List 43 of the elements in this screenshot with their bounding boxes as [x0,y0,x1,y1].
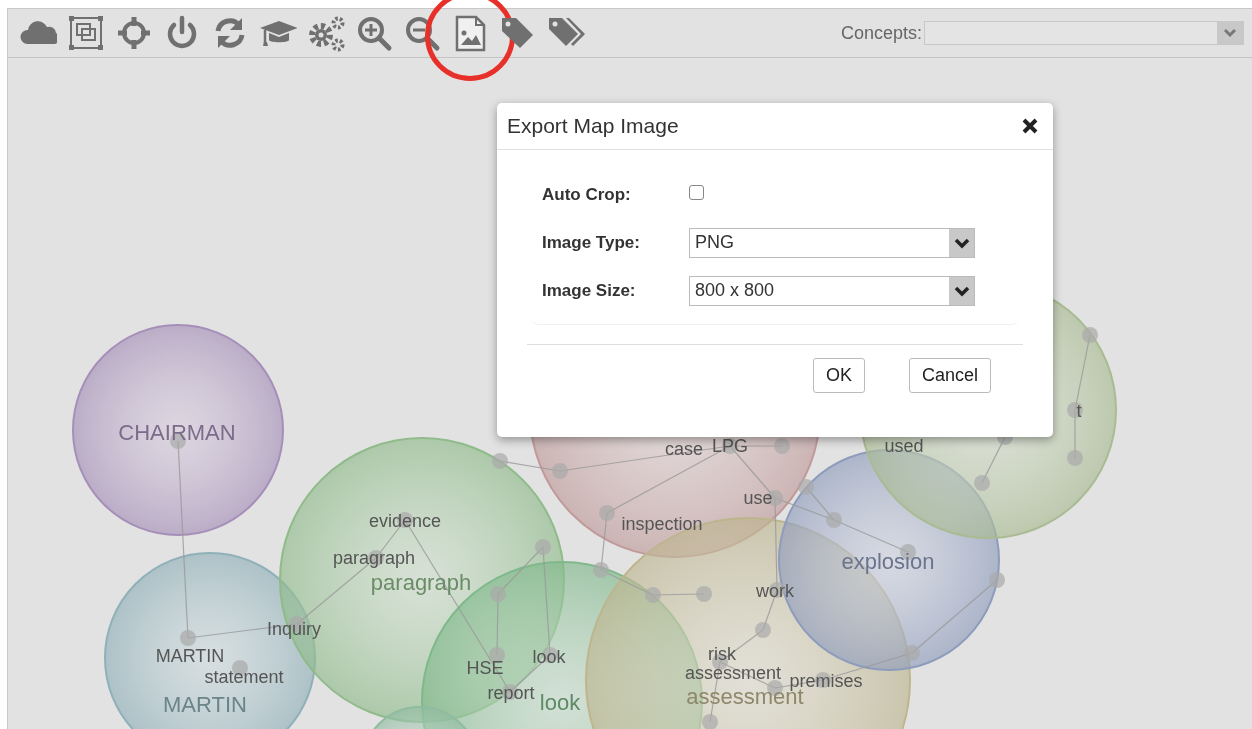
concept-label[interactable]: look [539,690,581,715]
concept-label[interactable]: CHAIRMAN [118,420,236,445]
dialog-title: Export Map Image [507,113,679,140]
caret-icon [1223,28,1237,38]
dialog-button[interactable]: OK [812,358,865,393]
term-label[interactable]: paragraph [332,548,416,568]
term-label[interactable]: premises [789,671,863,691]
concept-bubble[interactable] [72,324,284,536]
term-label[interactable]: LPG [712,436,748,456]
term-label[interactable]: case [665,439,703,459]
dialog-button[interactable]: Cancel [908,358,991,393]
term-label[interactable]: use [743,488,773,508]
term-label[interactable]: risk [708,644,736,664]
zoom-out-icon[interactable] [403,14,441,52]
term-label[interactable]: statement [204,667,284,687]
term-label[interactable]: Inquiry [267,619,321,639]
concepts-label: Concepts: [840,21,922,45]
field-label: Auto Crop: [542,184,632,207]
select-field[interactable]: PNG [689,228,975,258]
auto-crop-checkbox[interactable] [689,184,704,200]
term-label[interactable]: used [884,436,924,456]
zoom-in-icon[interactable] [355,14,393,52]
term-label[interactable]: inspection [621,514,703,534]
close-icon[interactable] [1021,117,1039,135]
crosshair-icon[interactable] [115,14,153,52]
term-label[interactable]: assessment [685,663,781,683]
term-label[interactable]: MARTIN [155,646,225,666]
concept-label[interactable]: paragraph [370,570,472,595]
field-label: Image Type: [542,232,641,255]
term-label[interactable]: report [487,683,535,703]
selection-frame-icon[interactable] [67,14,105,52]
term-label[interactable]: work [756,581,794,601]
select-field[interactable]: 800 x 800 [689,276,975,306]
caret-icon [953,237,970,249]
concept-label[interactable]: explosion [841,549,935,574]
term-label[interactable]: t [1076,401,1082,421]
gears-icon[interactable] [307,14,345,52]
term-label[interactable]: evidence [368,511,442,531]
concept-label[interactable]: MARTIN [163,692,247,717]
term-label[interactable]: look [532,647,566,667]
term-label[interactable]: HSE [466,658,504,678]
field-label: Image Size: [542,280,637,303]
caret-icon [953,285,970,297]
